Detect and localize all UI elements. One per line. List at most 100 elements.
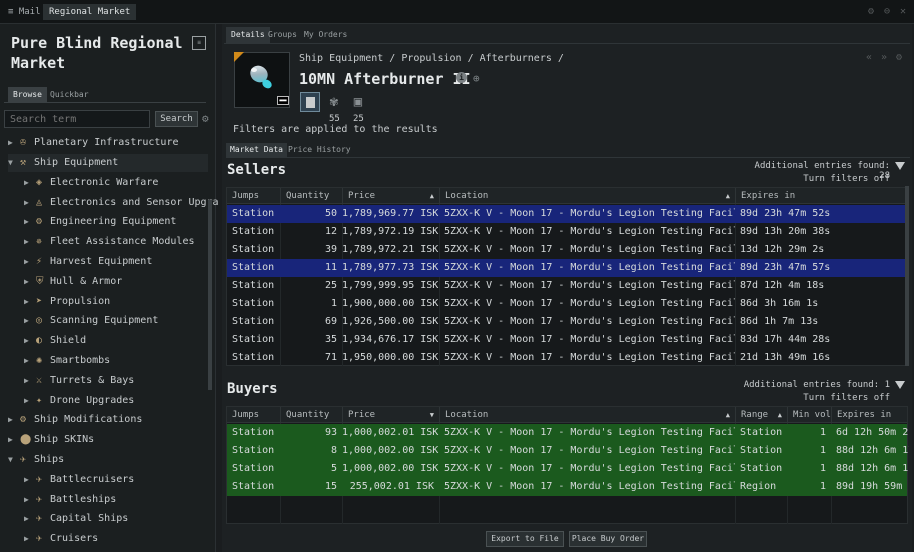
smartbomb-icon: ✺: [36, 355, 43, 366]
cell-qty: 11: [324, 262, 337, 273]
export-button[interactable]: Export to File: [486, 531, 564, 547]
tree-label: Cruisers: [50, 533, 99, 544]
tab-quickbar[interactable]: Quickbar: [45, 87, 94, 102]
menu-icon[interactable]: ≡: [8, 7, 13, 17]
col-jumps[interactable]: Jumps: [227, 188, 280, 204]
minimize-icon[interactable]: ⊖: [884, 6, 890, 17]
col-range[interactable]: Range ▲: [735, 407, 787, 423]
table-row[interactable]: Station 39 1,789,972.21 ISK 5ZXX-K V - Moon…: [227, 241, 907, 259]
table-row[interactable]: Station 71 1,950,000.00 ISK 5ZXX-K V - Moon…: [227, 349, 907, 367]
module-filter-icon[interactable]: [300, 92, 320, 112]
table-row[interactable]: Station 35 1,934,676.17 ISK 5ZXX-K V - Moon…: [227, 331, 907, 349]
table-row[interactable]: Station 5 1,000,002.00 ISK 5ZXX-K V - Moon …: [227, 460, 908, 478]
book-icon[interactable]: ≡: [192, 36, 206, 50]
table-row[interactable]: Station 93 1,000,002.01 ISK 5ZXX-K V - Moon…: [227, 424, 908, 442]
sellers-turn-filters-off[interactable]: Turn filters off: [740, 174, 890, 184]
tree-item-capital-ships[interactable]: ▶ ✈ Capital Ships: [24, 510, 128, 528]
tree-item-drone-upgrades[interactable]: ▶ ✦ Drone Upgrades: [24, 392, 134, 410]
col-min-vol[interactable]: Min vol: [787, 407, 831, 423]
tab-market-data[interactable]: Market Data: [226, 143, 287, 157]
col-quantity[interactable]: Quantity: [280, 407, 342, 423]
col-location[interactable]: Location ▲: [439, 407, 735, 423]
settings-icon[interactable]: ⚙: [868, 6, 874, 17]
cell-location: 5ZXX-K V - Moon 17 - Mordu's Legion Test…: [444, 427, 735, 438]
chevron-down-icon: ▼: [8, 455, 13, 464]
col-jumps[interactable]: Jumps: [227, 407, 280, 423]
table-row[interactable]: Station 15 255,002.01 ISK 5ZXX-K V - Moon 1…: [227, 478, 907, 496]
tree-item-ships[interactable]: ▼ ✈ Ships: [8, 451, 64, 469]
tree-item-electronics-sensor[interactable]: ▶ ◬ Electronics and Sensor Upgra: [24, 194, 219, 212]
tree-label: Electronic Warfare: [50, 177, 159, 188]
tree-item-electronic-warfare[interactable]: ▶ ◈ Electronic Warfare: [24, 174, 158, 192]
tree-item-cruisers[interactable]: ▶ ✈ Cruisers: [24, 530, 98, 548]
close-icon[interactable]: ✕: [900, 6, 906, 17]
tree-scrollbar[interactable]: [208, 200, 212, 390]
chevron-right-icon: ▶: [24, 178, 29, 187]
col-expires[interactable]: Expires in: [831, 407, 909, 423]
cell-qty: 71: [324, 352, 337, 363]
table-row[interactable]: Station 1 1,900,000.00 ISK 5ZXX-K V - Moon …: [227, 295, 907, 313]
tab-groups[interactable]: Groups: [263, 27, 302, 43]
ship-icon: ✈: [36, 513, 43, 524]
tree-item-propulsion[interactable]: ▶ ➤ Propulsion: [24, 293, 110, 311]
table-row[interactable]: Station 50 1,789,969.77 ISK 5ZXX-K V - Moon…: [227, 205, 907, 223]
cell-qty: 1: [330, 298, 337, 309]
tree-item-battlecruisers[interactable]: ▶ ✈ Battlecruisers: [24, 471, 134, 489]
tree-item-shield[interactable]: ▶ ◐ Shield: [24, 332, 86, 350]
filter-icon[interactable]: [895, 162, 905, 170]
tree-item-engineering[interactable]: ▶ ⚙ Engineering Equipment: [24, 213, 176, 231]
skill-filter-icon[interactable]: ✾: [324, 92, 344, 112]
tree-item-planetary-infrastructure[interactable]: ▶ ✇ Planetary Infrastructure: [8, 134, 179, 152]
crosshair-icon[interactable]: ⊕: [473, 72, 480, 85]
tab-browse[interactable]: Browse: [8, 87, 47, 102]
tree-item-harvest[interactable]: ▶ ⚡ Harvest Equipment: [24, 253, 152, 271]
sellers-table: Jumps Quantity Price ▲ Location ▲ Expires …: [226, 187, 908, 366]
tree-item-smartbombs[interactable]: ▶ ✺ Smartbombs: [24, 352, 110, 370]
filters-applied-text: Filters are applied to the results: [233, 124, 438, 135]
buyers-turn-filters-off[interactable]: Turn filters off: [740, 393, 890, 403]
table-row[interactable]: Station 69 1,926,500.00 ISK 5ZXX-K V - Moon…: [227, 313, 907, 331]
chevron-down-icon: ▼: [8, 158, 13, 167]
tab-my-orders[interactable]: My Orders: [299, 27, 352, 43]
back-icon[interactable]: «: [866, 52, 872, 63]
tree-item-hull-armor[interactable]: ▶ ⛨ Hull & Armor: [24, 273, 122, 291]
tab-price-history[interactable]: Price History: [284, 143, 355, 157]
cell-location: 5ZXX-K V - Moon 17 - Mordu's Legion Test…: [444, 208, 735, 219]
place-buy-order-button[interactable]: Place Buy Order: [569, 531, 647, 547]
table-row[interactable]: Station 11 1,789,977.73 ISK 5ZXX-K V - Moon…: [227, 259, 907, 277]
tree-item-scanning[interactable]: ▶ ◎ Scanning Equipment: [24, 312, 158, 330]
table-row[interactable]: Station 12 1,789,972.19 ISK 5ZXX-K V - Moon…: [227, 223, 907, 241]
forward-icon[interactable]: »: [881, 52, 887, 63]
col-price[interactable]: Price ▲: [342, 188, 439, 204]
col-quantity[interactable]: Quantity: [280, 188, 342, 204]
tree-item-turrets-bays[interactable]: ▶ ⚔ Turrets & Bays: [24, 372, 134, 390]
cell-qty: 8: [330, 445, 337, 456]
col-location[interactable]: Location ▲: [439, 188, 735, 204]
table-row[interactable]: Station 25 1,799,999.95 ISK 5ZXX-K V - Moon…: [227, 277, 907, 295]
cell-jumps: Station: [232, 226, 275, 237]
tree-item-ship-skins[interactable]: ▶ ⬤ Ship SKINs: [8, 431, 94, 449]
breadcrumb[interactable]: Ship Equipment / Propulsion / Afterburne…: [299, 53, 564, 64]
drone-icon: ✦: [36, 395, 43, 406]
tree-label: Hull & Armor: [50, 276, 123, 287]
table-row[interactable]: Station 8 1,000,002.00 ISK 5ZXX-K V - Moon …: [227, 442, 909, 460]
col-expires[interactable]: Expires in: [735, 188, 909, 204]
chevron-right-icon: ▶: [24, 316, 29, 325]
cell-location: 5ZXX-K V - Moon 17 - Mordu's Legion Test…: [444, 226, 735, 237]
sellers-scrollbar[interactable]: [905, 186, 909, 366]
tree-item-battleships[interactable]: ▶ ✈ Battleships: [24, 491, 116, 509]
mail-tab[interactable]: ≡ Mail: [2, 4, 47, 20]
search-button[interactable]: Search: [155, 111, 198, 127]
search-input[interactable]: [4, 110, 150, 128]
tree-item-ship-equipment[interactable]: ▼ ⚒ Ship Equipment: [8, 154, 208, 172]
tree-item-ship-modifications[interactable]: ▶ ⚙ Ship Modifications: [8, 411, 142, 429]
settings-icon[interactable]: ⚙: [896, 52, 902, 63]
info-icon[interactable]: i: [456, 72, 467, 83]
cell-qty: 39: [324, 244, 337, 255]
filter-icon[interactable]: [895, 381, 905, 389]
tree-item-fleet-assistance[interactable]: ▶ ✵ Fleet Assistance Modules: [24, 233, 195, 251]
cpu-filter-icon[interactable]: ▣: [348, 92, 368, 112]
tab-regional-market[interactable]: Regional Market: [43, 4, 137, 20]
gear-icon[interactable]: ⚙: [202, 112, 209, 125]
col-price[interactable]: Price ▼: [342, 407, 439, 423]
